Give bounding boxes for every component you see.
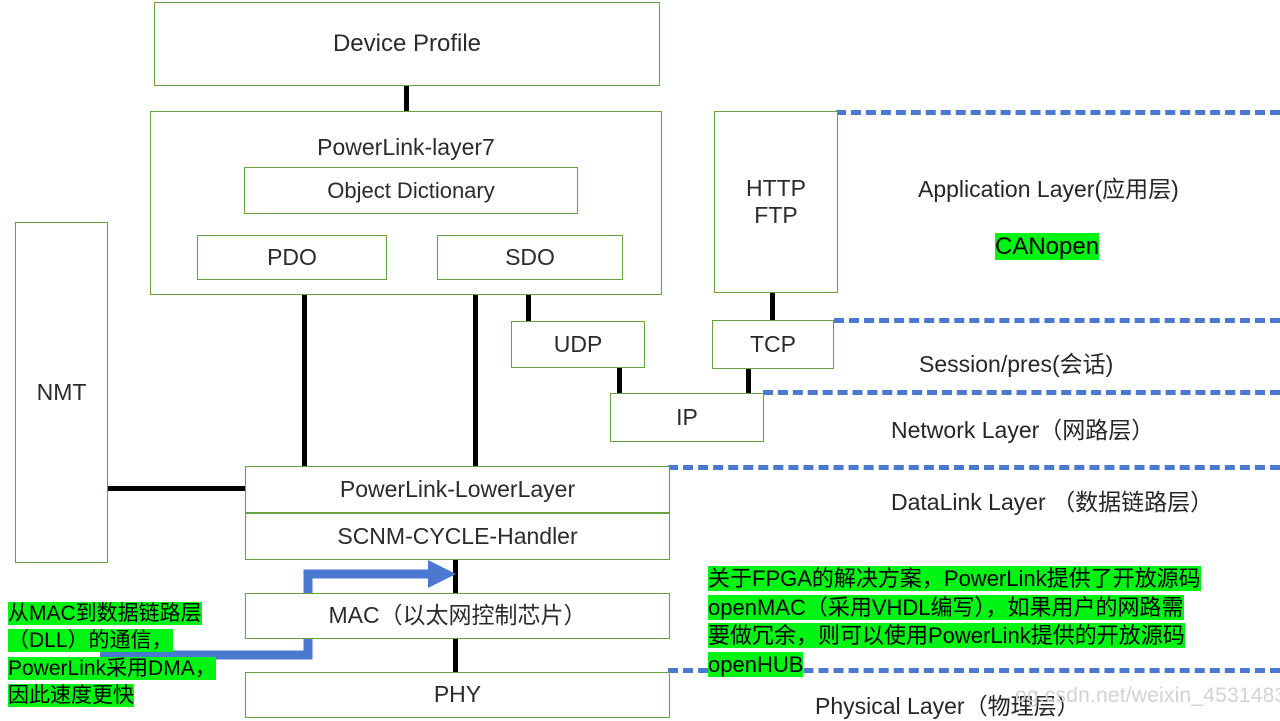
box-scnm-cycle-handler[interactable]: SCNM-CYCLE-Handler [245, 513, 670, 560]
box-powerlink-lowerlayer[interactable]: PowerLink-LowerLayer [245, 466, 670, 513]
box-pdo-label: PDO [267, 243, 317, 270]
box-udp[interactable]: UDP [511, 321, 645, 368]
box-tcp[interactable]: TCP [712, 320, 834, 369]
osi-label-datalink-text: DataLink Layer （数据链路层） [891, 489, 1214, 515]
box-phy-label: PHY [433, 681, 482, 708]
box-mac-label: MAC（以太网控制芯片） [328, 602, 587, 629]
box-ip[interactable]: IP [610, 393, 764, 442]
connector-httpftp-tcp [770, 293, 775, 320]
connector-tcp-ip [746, 369, 751, 394]
box-pdo[interactable]: PDO [197, 235, 387, 280]
connector-udp-ip [617, 368, 622, 394]
connector-pdo-lowerlayer [302, 279, 307, 468]
diagram-canvas: Device Profile PowerLink-layer7 Object D… [0, 0, 1280, 720]
note-dma-line-4: 因此速度更快 [8, 683, 134, 707]
box-nmt-label: NMT [36, 378, 87, 405]
connector-mac-phy [453, 638, 458, 672]
note-dma-line-1: 从MAC到数据链路层 [8, 602, 202, 625]
note-dma: 从MAC到数据链路层 （DLL）的通信， PowerLink采用DMA， 因此速… [8, 600, 216, 709]
note-fpga-line-2: openMAC（采用VHDL编写），如果用户的网路需 [708, 594, 1184, 620]
osi-divider-datalink [668, 465, 1280, 470]
box-powerlink-lowerlayer-label: PowerLink-LowerLayer [339, 475, 576, 502]
box-tcp-label: TCP [750, 330, 796, 357]
osi-label-session: Session/pres(会话) [919, 345, 1113, 379]
osi-divider-session [834, 318, 1280, 323]
osi-divider-application [836, 110, 1280, 115]
box-device-profile[interactable]: Device Profile [154, 2, 660, 86]
box-object-dictionary-label: Object Dictionary [327, 177, 495, 203]
box-http-ftp-label: HTTP FTP [745, 174, 807, 228]
osi-label-datalink: DataLink Layer （数据链路层） [891, 483, 1213, 517]
note-fpga-line-1: 关于FPGA的解决方案，PowerLink提供了开放源码 [708, 566, 1201, 591]
box-http-ftp[interactable]: HTTP FTP [714, 111, 838, 293]
note-dma-line-3: PowerLink采用DMA， [8, 656, 216, 680]
osi-label-session-text: Session/pres(会话) [919, 351, 1114, 377]
note-dma-line-2: （DLL）的通信， [8, 629, 173, 653]
osi-label-network: Network Layer（网路层） [891, 411, 1154, 445]
watermark: og.csdn.net/weixin_45314836 [1015, 684, 1280, 708]
box-sdo-label: SDO [505, 243, 555, 270]
box-nmt[interactable]: NMT [15, 222, 108, 563]
osi-label-application: Application Layer(应用层) [918, 170, 1179, 204]
connector-scnm-mac [453, 559, 458, 593]
note-fpga-line-3: 要做冗余，则可以使用PowerLink提供的开放源码 [708, 623, 1185, 649]
connector-nmt-lowerlayer [108, 486, 250, 491]
note-canopen: CANopen [995, 231, 1100, 262]
note-fpga: 关于FPGA的解决方案，PowerLink提供了开放源码 openMAC（采用V… [708, 565, 1201, 679]
watermark-text: og.csdn.net/weixin_45314836 [1015, 684, 1280, 707]
note-canopen-text: CANopen [995, 233, 1100, 260]
osi-divider-network [763, 390, 1280, 395]
note-fpga-line-4: openHUB [708, 651, 804, 677]
box-device-profile-label: Device Profile [332, 29, 482, 57]
box-udp-label: UDP [553, 330, 603, 357]
osi-label-application-text: Application Layer(应用层) [918, 176, 1179, 202]
box-scnm-cycle-handler-label: SCNM-CYCLE-Handler [337, 522, 578, 549]
connector-deviceprofile-layer7 [404, 86, 409, 112]
box-powerlink-layer7-label: PowerLink-layer7 [317, 134, 495, 160]
box-sdo[interactable]: SDO [437, 235, 623, 280]
connector-sdo-lowerlayer [473, 279, 478, 468]
box-object-dictionary[interactable]: Object Dictionary [244, 167, 578, 214]
box-mac[interactable]: MAC（以太网控制芯片） [245, 593, 670, 639]
osi-label-network-text: Network Layer（网路层） [891, 417, 1155, 443]
box-phy[interactable]: PHY [245, 672, 670, 718]
box-ip-label: IP [676, 403, 698, 430]
